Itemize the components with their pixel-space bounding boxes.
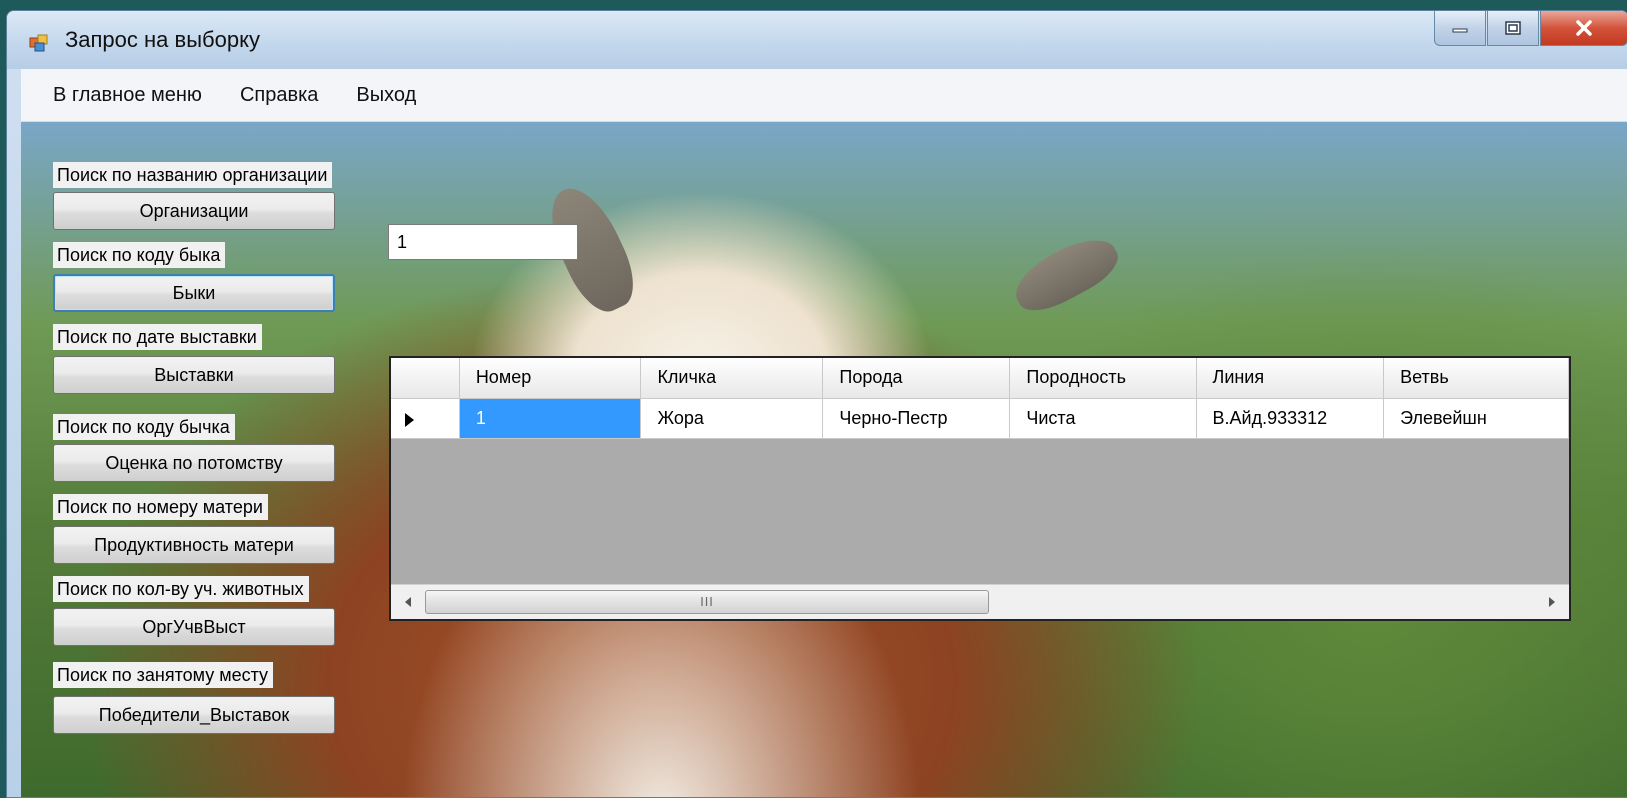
label-search-organization: Поиск по названию организации xyxy=(53,162,333,188)
label-search-mother-number: Поиск по номеру матери xyxy=(53,494,268,520)
current-row-arrow-icon xyxy=(405,412,414,427)
label-search-bull-code: Поиск по коду быка xyxy=(53,242,226,268)
grid-corner-cell[interactable] xyxy=(391,358,460,399)
exhibitions-button[interactable]: Выставки xyxy=(53,356,335,394)
close-button[interactable] xyxy=(1540,11,1627,46)
exhibition-winners-button[interactable]: Победители_Выставок xyxy=(53,696,335,734)
arrow-left-icon xyxy=(405,597,411,607)
title-bar[interactable]: Запрос на выборку xyxy=(7,11,1627,69)
table-row[interactable]: 1 Жора Черно-Пестр Чиста В.Айд.933312 Эл… xyxy=(391,398,1569,439)
column-header-purity[interactable]: Породность xyxy=(1009,358,1197,399)
column-header-line[interactable]: Линия xyxy=(1196,358,1385,399)
table-cell[interactable]: 1 xyxy=(459,398,642,439)
scroll-left-button[interactable] xyxy=(391,585,425,619)
bulls-button[interactable]: Быки xyxy=(53,274,335,312)
results-table: Номер Кличка Порода Породность Линия Вет… xyxy=(391,358,1569,439)
mother-productivity-button[interactable]: Продуктивность матери xyxy=(53,526,335,564)
column-header-number[interactable]: Номер xyxy=(459,358,642,399)
column-header-branch[interactable]: Ветвь xyxy=(1383,358,1569,399)
table-cell[interactable]: Жора xyxy=(640,398,824,439)
column-header-name[interactable]: Кличка xyxy=(640,358,824,399)
results-grid[interactable]: Номер Кличка Порода Породность Линия Вет… xyxy=(389,356,1571,621)
menu-bar: В главное меню Справка Выход xyxy=(21,69,1627,122)
menu-exit[interactable]: Выход xyxy=(356,84,416,107)
label-search-place: Поиск по занятому месту xyxy=(53,662,274,688)
arrow-right-icon xyxy=(1549,597,1555,607)
label-search-animal-count: Поиск по кол-ву уч. животных xyxy=(53,576,309,602)
offspring-evaluation-button[interactable]: Оценка по потомству xyxy=(53,444,335,482)
close-icon xyxy=(1576,20,1592,36)
label-search-calf-code: Поиск по коду бычка xyxy=(53,414,235,440)
org-participants-button[interactable]: ОргУчвВыст xyxy=(53,608,335,646)
scroll-right-button[interactable] xyxy=(1535,585,1569,619)
row-header-current[interactable] xyxy=(391,398,460,439)
app-window-icon xyxy=(29,34,48,52)
table-cell[interactable]: Чиста xyxy=(1009,398,1197,439)
scroll-thumb[interactable]: III xyxy=(425,590,989,614)
main-window: Запрос на выборку В главное меню Справка… xyxy=(6,10,1627,798)
column-header-breed[interactable]: Порода xyxy=(822,358,1011,399)
menu-help[interactable]: Справка xyxy=(240,84,318,107)
scroll-thumb-grip: III xyxy=(700,595,714,609)
label-search-exhibition-date: Поиск по дате выставки xyxy=(53,324,262,350)
table-cell[interactable]: Черно-Пестр xyxy=(822,398,1011,439)
minimize-button[interactable] xyxy=(1434,11,1486,46)
table-cell[interactable]: В.Айд.933312 xyxy=(1196,398,1385,439)
menu-main[interactable]: В главное меню xyxy=(53,84,202,107)
organizations-button[interactable]: Организации xyxy=(53,192,335,230)
table-cell[interactable]: Элевейшн xyxy=(1383,398,1569,439)
content-area: Поиск по названию организации Организаци… xyxy=(21,122,1627,797)
table-header-row: Номер Кличка Порода Породность Линия Вет… xyxy=(391,358,1569,399)
minimize-icon xyxy=(1452,28,1468,33)
horizontal-scrollbar[interactable]: III xyxy=(391,584,1569,619)
maximize-icon xyxy=(1505,21,1521,35)
maximize-button[interactable] xyxy=(1487,11,1539,46)
search-input[interactable] xyxy=(388,224,578,260)
window-title: Запрос на выборку xyxy=(65,27,260,52)
